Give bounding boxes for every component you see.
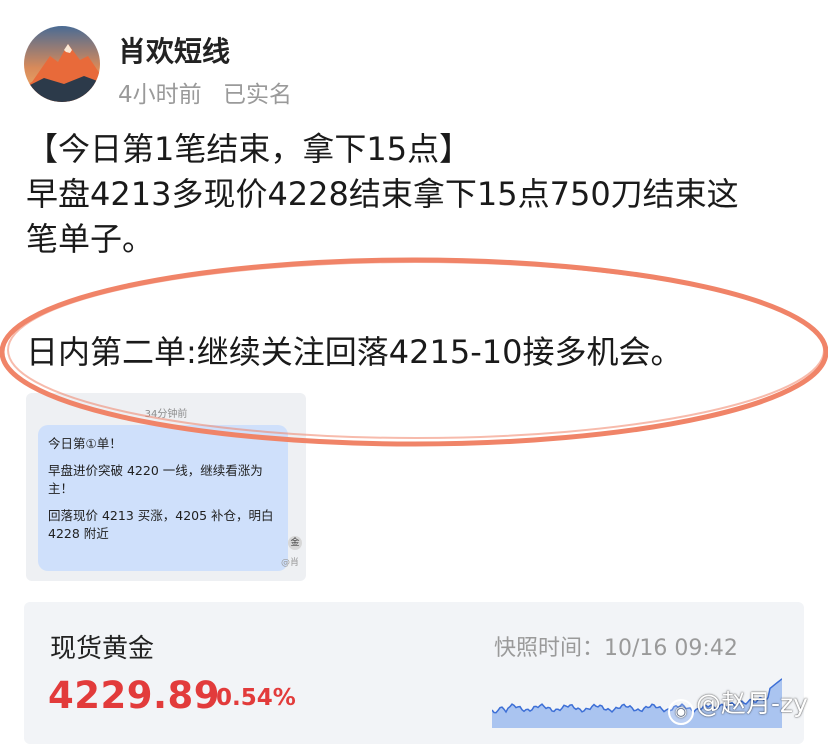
post-meta: 4小时前 已实名	[118, 75, 292, 109]
post-time: 4小时前	[118, 82, 202, 108]
watermark-handle: @赵月-zy	[696, 689, 808, 718]
snapshot-time: 快照时间：10/16 09:42	[494, 630, 738, 662]
quoted-time: 34分钟前	[144, 409, 188, 420]
asset-name: 现货黄金	[50, 634, 155, 664]
price-value: 4229.89	[48, 674, 221, 717]
quoted-paragraph: 今日第①单！	[48, 436, 122, 451]
post-line-result: 早盘4213多现价4228结束拿下15点750刀结束这	[26, 175, 739, 213]
avatar[interactable]	[24, 26, 100, 102]
quoted-side-tag: @肖	[281, 558, 300, 568]
avatar-mountain-image	[24, 26, 100, 102]
price-change: 0.54%	[216, 685, 296, 711]
post-body: 【今日第1笔结束，拿下15点】 早盘4213多现价4228结束拿下15点750刀…	[26, 127, 816, 371]
author-name[interactable]: 肖欢短线	[118, 30, 230, 70]
weibo-icon: ◉	[668, 699, 694, 725]
verified-label: 已实名	[222, 82, 292, 108]
watermark: ◉ @赵月-zy	[668, 684, 808, 725]
post-line-second-trade: 日内第二单:继续关注回落4215-10接多机会。	[26, 333, 683, 371]
post-line-title: 【今日第1笔结束，拿下15点】	[26, 130, 472, 168]
post-line-result-end: 笔单子。	[26, 220, 155, 258]
snapshot-value: 10/16 09:42	[604, 636, 738, 661]
quoted-side-badge: 金	[288, 536, 302, 550]
quoted-paragraph: 早盘进价突破 4220 一线，继续看涨为主！	[48, 463, 263, 496]
quoted-screenshot[interactable]: 34分钟前 今日第①单！ 早盘进价突破 4220 一线，继续看涨为主！ 回落现价…	[26, 393, 306, 581]
snapshot-label: 快照时间：	[494, 636, 605, 661]
quoted-message-bubble: 今日第①单！ 早盘进价突破 4220 一线，继续看涨为主！ 回落现价 4213 …	[38, 425, 288, 571]
quoted-paragraph: 回落现价 4213 买涨，4205 补仓，明白 4228 附近	[48, 508, 274, 541]
